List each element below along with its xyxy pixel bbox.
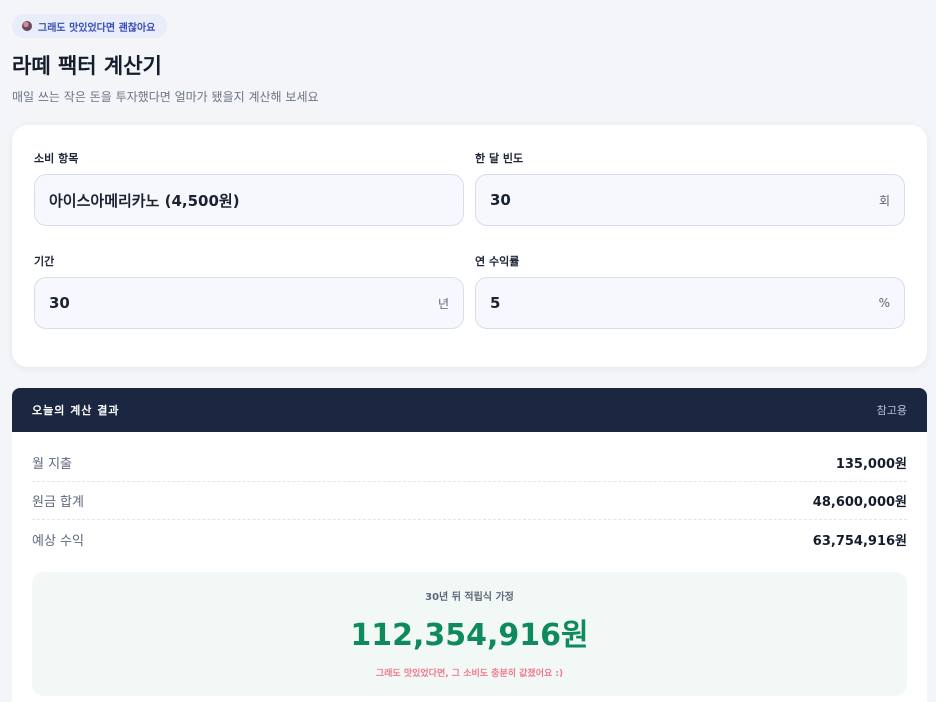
- period-unit: 년: [437, 296, 449, 311]
- summary-caption: 30년 뒤 적립식 가정: [425, 592, 514, 603]
- input-form-card: 소비 항목 아이스아메리카노 (4,500원) 한 달 빈도 30 회 기간 3…: [12, 125, 927, 367]
- item-value: 아이스아메리카노 (4,500원): [49, 191, 240, 210]
- result-ref-tag: 참고용: [876, 404, 907, 417]
- period-input[interactable]: 30 년: [34, 277, 464, 329]
- page-title: 라떼 팩터 계산기: [12, 54, 162, 78]
- summary-amount: 112,354,916원: [350, 618, 589, 653]
- emoji-icon: [22, 21, 32, 31]
- rate-input[interactable]: 5 %: [475, 277, 905, 329]
- result-row-monthly: 월 지출 135,000원: [32, 444, 907, 482]
- result-header: 오늘의 계산 결과 참고용: [12, 388, 927, 432]
- item-label: 소비 항목: [34, 152, 79, 165]
- row-value: 63,754,916원: [812, 533, 907, 549]
- summary-note: 그래도 맛있었다면, 그 소비도 충분히 값졌어요 :): [375, 669, 564, 679]
- frequency-value: 30: [490, 191, 511, 209]
- rate-unit: %: [878, 296, 890, 310]
- mood-badge: 그래도 맛있었다면 괜찮아요: [12, 14, 168, 38]
- result-row-principal: 원금 합계 48,600,000원: [32, 482, 907, 520]
- rate-label: 연 수익률: [475, 255, 520, 268]
- row-label: 월 지출: [32, 457, 73, 472]
- result-card: 오늘의 계산 결과 참고용 월 지출 135,000원 원금 합계 48,600…: [12, 388, 927, 702]
- rate-value: 5: [490, 294, 501, 312]
- row-label: 예상 수익: [32, 533, 84, 549]
- result-title: 오늘의 계산 결과: [32, 404, 120, 417]
- page-subtitle: 매일 쓰는 작은 돈을 투자했다면 얼마가 됐을지 계산해 보세요: [12, 90, 319, 104]
- period-label: 기간: [34, 255, 55, 268]
- frequency-input[interactable]: 30 회: [475, 174, 905, 226]
- row-value: 135,000원: [835, 457, 907, 472]
- row-label: 원금 합계: [32, 495, 84, 510]
- result-row-return: 예상 수익 63,754,916원: [32, 520, 907, 558]
- frequency-label: 한 달 빈도: [475, 152, 524, 165]
- badge-text: 그래도 맛있었다면 괜찮아요: [38, 22, 156, 34]
- period-value: 30: [49, 294, 70, 312]
- summary-box: 30년 뒤 적립식 가정 112,354,916원 그래도 맛있었다면, 그 소…: [32, 572, 907, 696]
- frequency-unit: 회: [878, 193, 890, 208]
- row-value: 48,600,000원: [812, 495, 907, 510]
- result-rows: 월 지출 135,000원 원금 합계 48,600,000원 예상 수익 63…: [12, 432, 927, 558]
- item-input[interactable]: 아이스아메리카노 (4,500원): [34, 174, 464, 226]
